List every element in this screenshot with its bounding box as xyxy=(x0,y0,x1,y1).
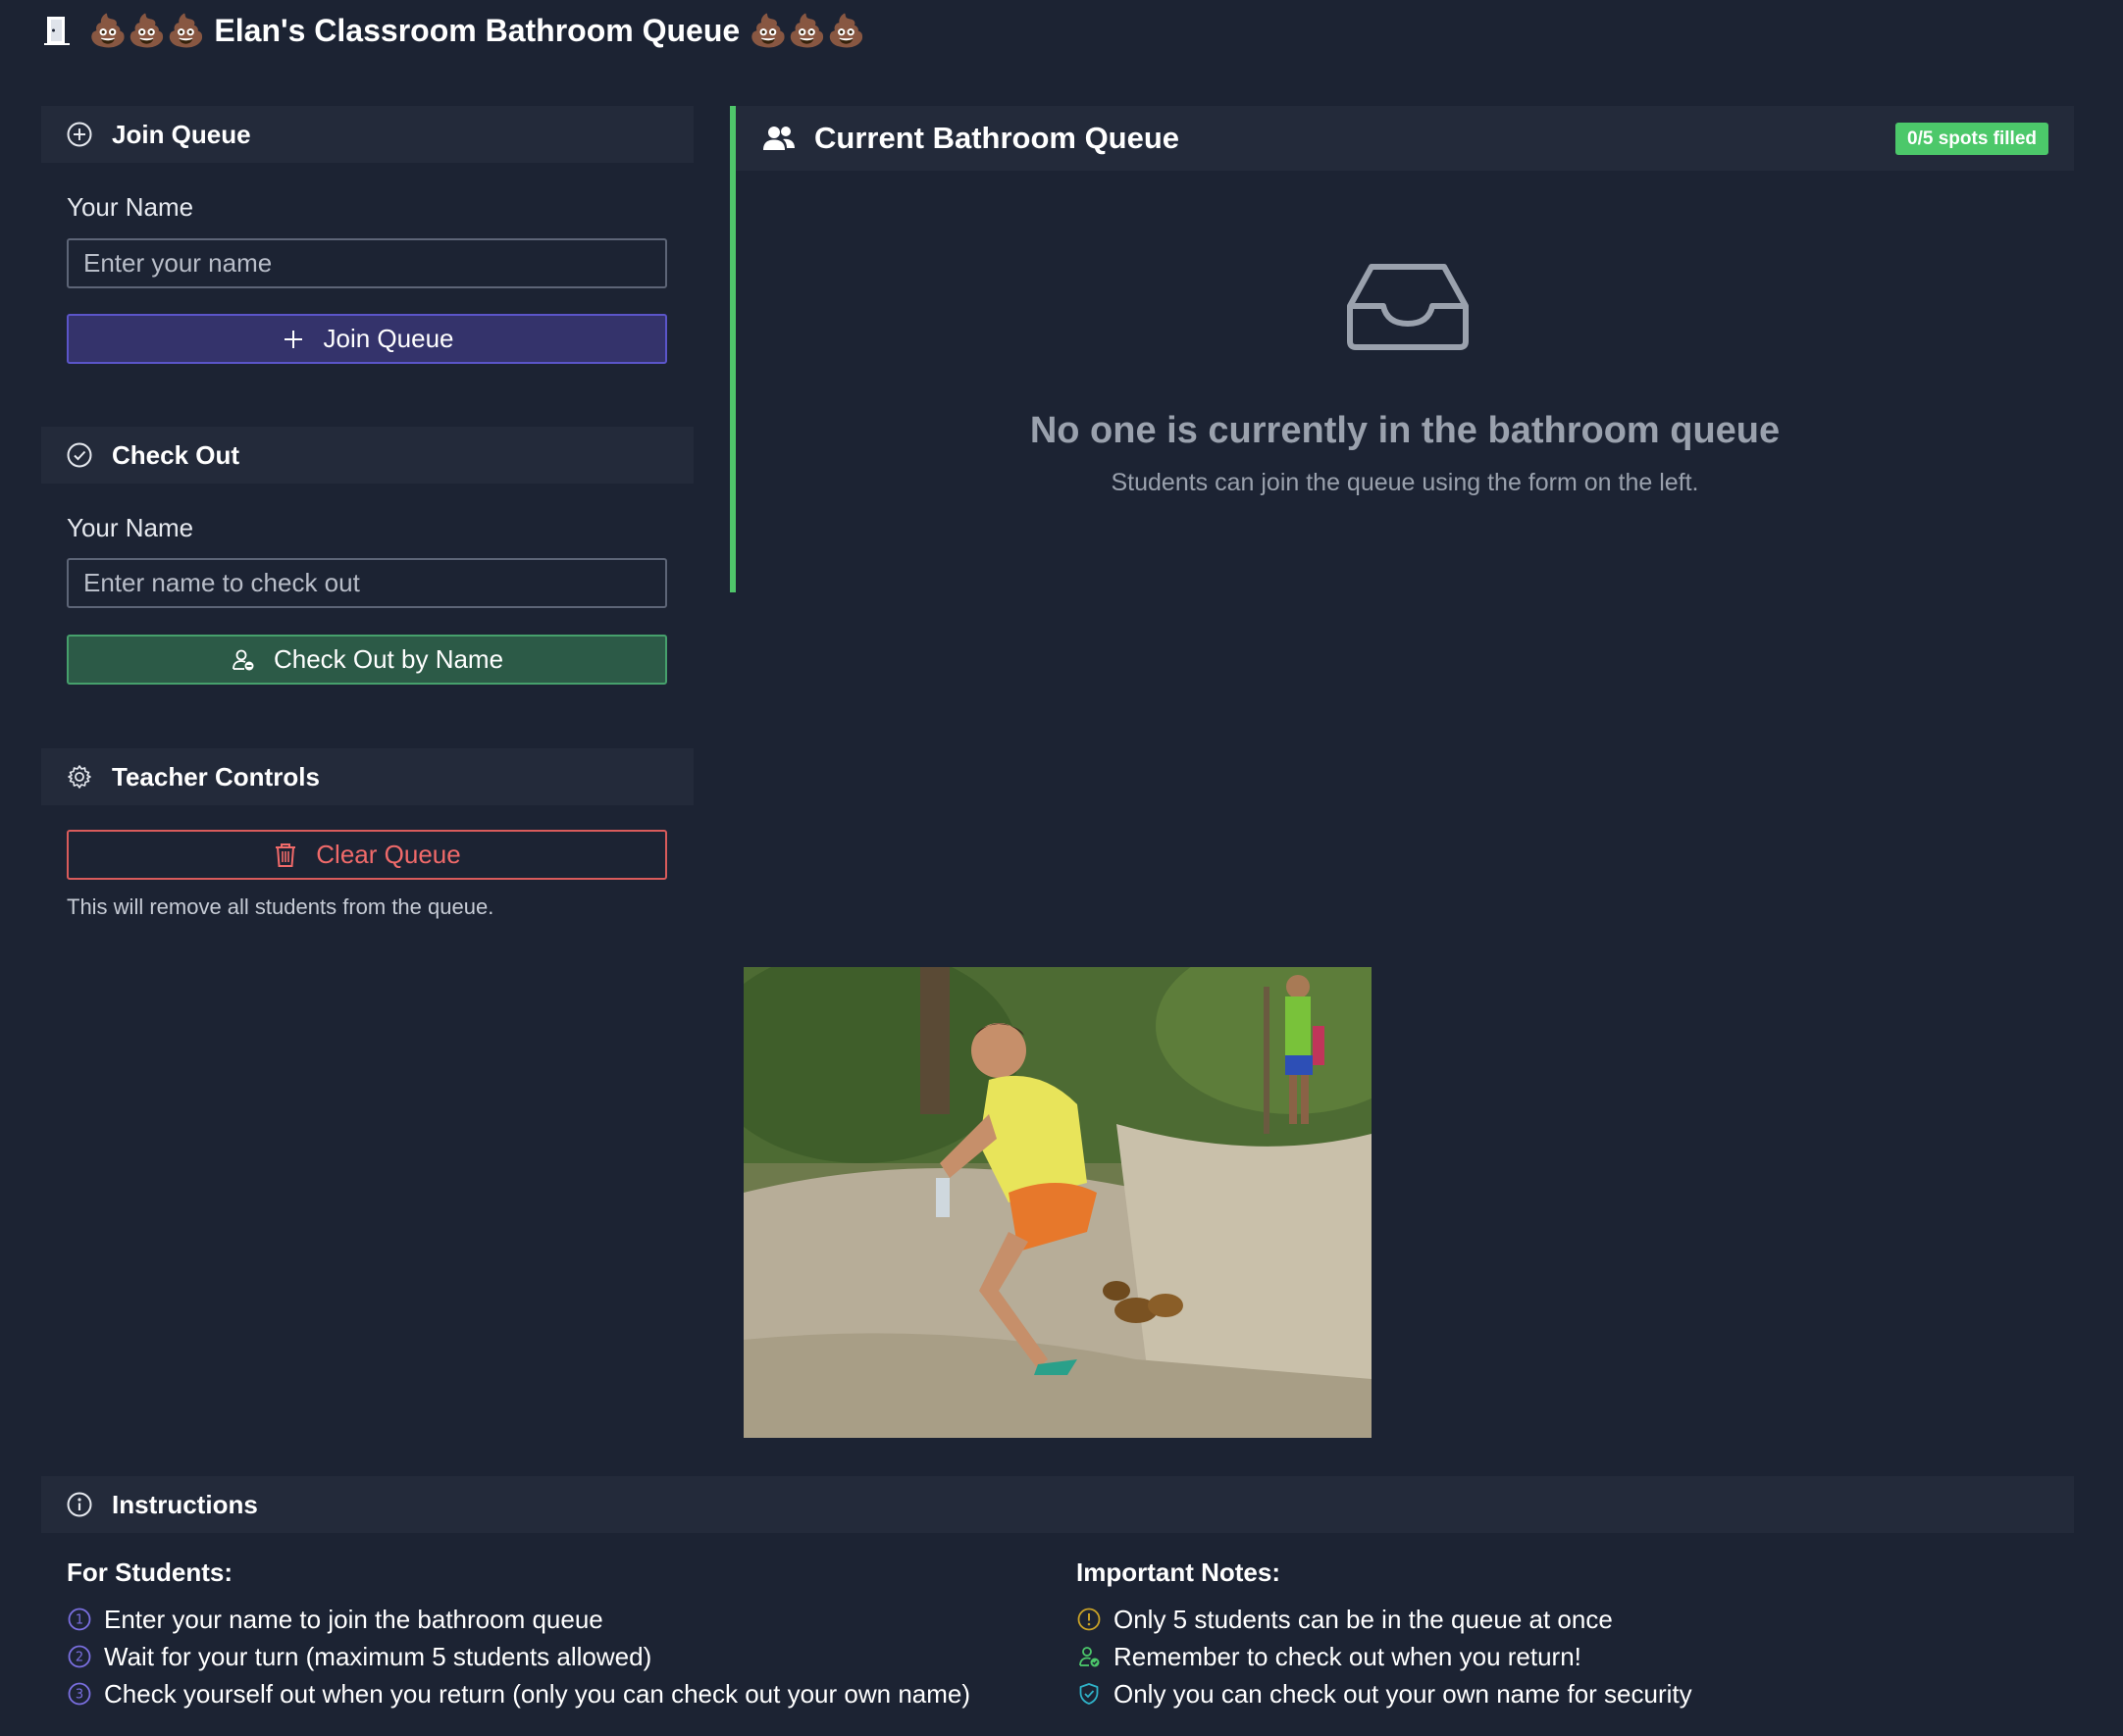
queue-panel: Current Bathroom Queue 0/5 spots filled … xyxy=(730,106,2074,592)
page-title: 💩💩💩 Elan's Classroom Bathroom Queue 💩💩💩 xyxy=(88,13,866,48)
number-1-icon: 1 xyxy=(67,1607,92,1632)
empty-queue-subtitle: Students can join the queue using the fo… xyxy=(1111,469,1699,496)
join-queue-button-label: Join Queue xyxy=(323,324,454,353)
queue-header: Current Bathroom Queue 0/5 spots filled xyxy=(736,106,2074,171)
svg-text:1: 1 xyxy=(76,1613,83,1628)
clear-queue-button-label: Clear Queue xyxy=(316,840,461,869)
notes-heading: Important Notes: xyxy=(1076,1557,1280,1587)
list-item: Only you can check out your own name for… xyxy=(1076,1675,1692,1712)
check-out-title: Check Out xyxy=(112,439,240,470)
clear-queue-help-text: This will remove all students from the q… xyxy=(67,894,494,919)
app-header: 💩💩💩 Elan's Classroom Bathroom Queue 💩💩💩 xyxy=(41,10,866,51)
list-item: Only 5 students can be in the queue at o… xyxy=(1076,1601,1692,1638)
join-queue-header: Join Queue xyxy=(41,106,694,163)
svg-text:3: 3 xyxy=(76,1688,83,1703)
person-check-icon xyxy=(231,647,256,673)
students-list: 1 Enter your name to join the bathroom q… xyxy=(67,1601,970,1712)
list-item: 3 Check yourself out when you return (on… xyxy=(67,1675,970,1712)
people-icon xyxy=(763,125,795,152)
teacher-controls-header: Teacher Controls xyxy=(41,748,694,805)
list-item: Remember to check out when you return! xyxy=(1076,1638,1692,1675)
list-item: 2 Wait for your turn (maximum 5 students… xyxy=(67,1638,970,1675)
check-out-header: Check Out xyxy=(41,427,694,484)
door-icon xyxy=(44,17,70,45)
check-out-button[interactable]: Check Out by Name xyxy=(67,635,667,685)
warning-circle-icon xyxy=(1076,1607,1102,1632)
students-heading: For Students: xyxy=(67,1557,233,1587)
join-queue-button[interactable]: Join Queue xyxy=(67,314,667,364)
instructions-title: Instructions xyxy=(112,1489,258,1519)
clear-queue-button[interactable]: Clear Queue xyxy=(67,830,667,880)
notes-list: Only 5 students can be in the queue at o… xyxy=(1076,1601,1692,1712)
spots-badge: 0/5 spots filled xyxy=(1895,123,2048,155)
check-out-button-label: Check Out by Name xyxy=(273,644,504,674)
shield-check-icon xyxy=(1076,1681,1102,1707)
svg-text:2: 2 xyxy=(76,1651,83,1665)
queue-title: Current Bathroom Queue xyxy=(814,121,1180,155)
join-name-label: Your Name xyxy=(67,192,194,222)
instructions-header: Instructions xyxy=(41,1476,2074,1533)
photo xyxy=(744,967,1372,1438)
plus-circle-icon xyxy=(65,120,94,149)
number-2-icon: 2 xyxy=(67,1644,92,1669)
check-out-name-label: Your Name xyxy=(67,513,194,542)
plus-icon xyxy=(281,327,306,352)
check-out-name-input[interactable] xyxy=(67,558,667,608)
trash-icon xyxy=(273,842,298,868)
number-3-icon: 3 xyxy=(67,1681,92,1707)
info-circle-icon xyxy=(65,1490,94,1519)
teacher-controls-title: Teacher Controls xyxy=(112,761,320,791)
join-queue-title: Join Queue xyxy=(112,119,251,149)
join-name-input[interactable] xyxy=(67,238,667,288)
list-item: 1 Enter your name to join the bathroom q… xyxy=(67,1601,970,1638)
page: 💩💩💩 Elan's Classroom Bathroom Queue 💩💩💩 … xyxy=(0,0,2123,1736)
person-check-icon xyxy=(1076,1644,1102,1669)
gear-icon xyxy=(65,762,94,791)
inbox-icon xyxy=(1347,264,1469,350)
empty-queue-title: No one is currently in the bathroom queu… xyxy=(1029,410,1781,451)
check-circle-icon xyxy=(65,440,94,470)
